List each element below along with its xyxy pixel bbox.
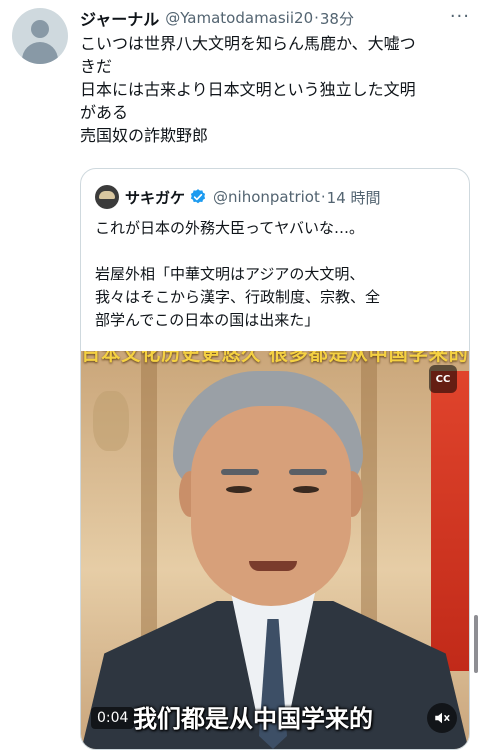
background-lamp xyxy=(93,391,129,451)
quoted-tweet[interactable]: サキガケ @nihonpatriot · 14 時間 これが日本の外務大臣ってヤ… xyxy=(80,168,470,750)
tweet-text-line: がある xyxy=(80,103,129,122)
quoted-display-name: サキガケ xyxy=(125,188,186,207)
captions-button[interactable]: CC xyxy=(429,365,457,393)
tweet-header: ジャーナル @Yamatodamasii20 · 38分 ··· xyxy=(80,6,470,30)
quoted-tweet-time: 14 時間 xyxy=(326,188,381,207)
separator-dot: · xyxy=(314,9,319,27)
scrollbar[interactable] xyxy=(474,615,478,673)
tweet-text-line: きだ xyxy=(80,57,113,76)
user-handle[interactable]: @Yamatodamasii20 xyxy=(165,9,313,27)
quoted-avatar[interactable] xyxy=(95,185,119,209)
quoted-tweet-header: サキガケ @nihonpatriot · 14 時間 xyxy=(95,185,381,209)
separator-dot: · xyxy=(320,188,326,206)
display-name[interactable]: ジャーナル xyxy=(80,6,159,30)
quoted-text-line: これが日本の外務大臣ってヤバいな…。 xyxy=(95,219,364,237)
mute-button[interactable] xyxy=(427,703,457,733)
quoted-tweet-text: これが日本の外務大臣ってヤバいな…。 岩屋外相「中華文明はアジアの大文明、 我々… xyxy=(95,217,465,332)
more-options-icon[interactable]: ··· xyxy=(450,6,470,27)
person-face xyxy=(191,406,351,606)
person-brow xyxy=(221,469,259,475)
video-top-subtitle: 日本文化历史更悠久 很多都是从中国学来的 xyxy=(81,351,469,365)
tweet-time[interactable]: 38分 xyxy=(320,8,354,29)
person-brow xyxy=(289,469,327,475)
video-timestamp: 0:04 xyxy=(91,707,135,729)
tweet-text-line: 売国奴の詐欺野郎 xyxy=(80,126,209,145)
verified-badge-icon xyxy=(190,189,206,204)
quoted-user-handle: @nihonpatriot xyxy=(213,188,320,206)
quoted-text-line: 部学んでこの日本の国は出来た」 xyxy=(95,311,320,329)
avatar-body-shape xyxy=(22,42,58,64)
avatar-head-shape xyxy=(31,20,49,38)
avatar[interactable] xyxy=(12,8,68,64)
video-bottom-subtitle: 我们都是从中国学来的 xyxy=(133,705,373,733)
quoted-text-line: 我々はそこから漢字、行政制度、宗教、全 xyxy=(95,288,381,306)
background-flag xyxy=(431,371,469,671)
person-mouth xyxy=(249,561,297,571)
person-eye xyxy=(293,486,319,493)
person-eye xyxy=(226,486,252,493)
tweet-text-line: こいつは世界八大文明を知らん馬鹿か、大嘘つ xyxy=(80,34,416,53)
speaker-muted-icon xyxy=(435,712,450,724)
quoted-text-line xyxy=(95,240,465,263)
tweet-text: こいつは世界八大文明を知らん馬鹿か、大嘘つ きだ 日本には古来より日本文明という… xyxy=(80,32,470,147)
video-player[interactable]: 日本文化历史更悠久 很多都是从中国学来的 CC 我们都是从中国学来的 0:04 xyxy=(81,351,469,749)
tweet-text-line: 日本には古来より日本文明という独立した文明 xyxy=(80,80,416,99)
quoted-text-line: 岩屋外相「中華文明はアジアの大文明、 xyxy=(95,265,365,283)
